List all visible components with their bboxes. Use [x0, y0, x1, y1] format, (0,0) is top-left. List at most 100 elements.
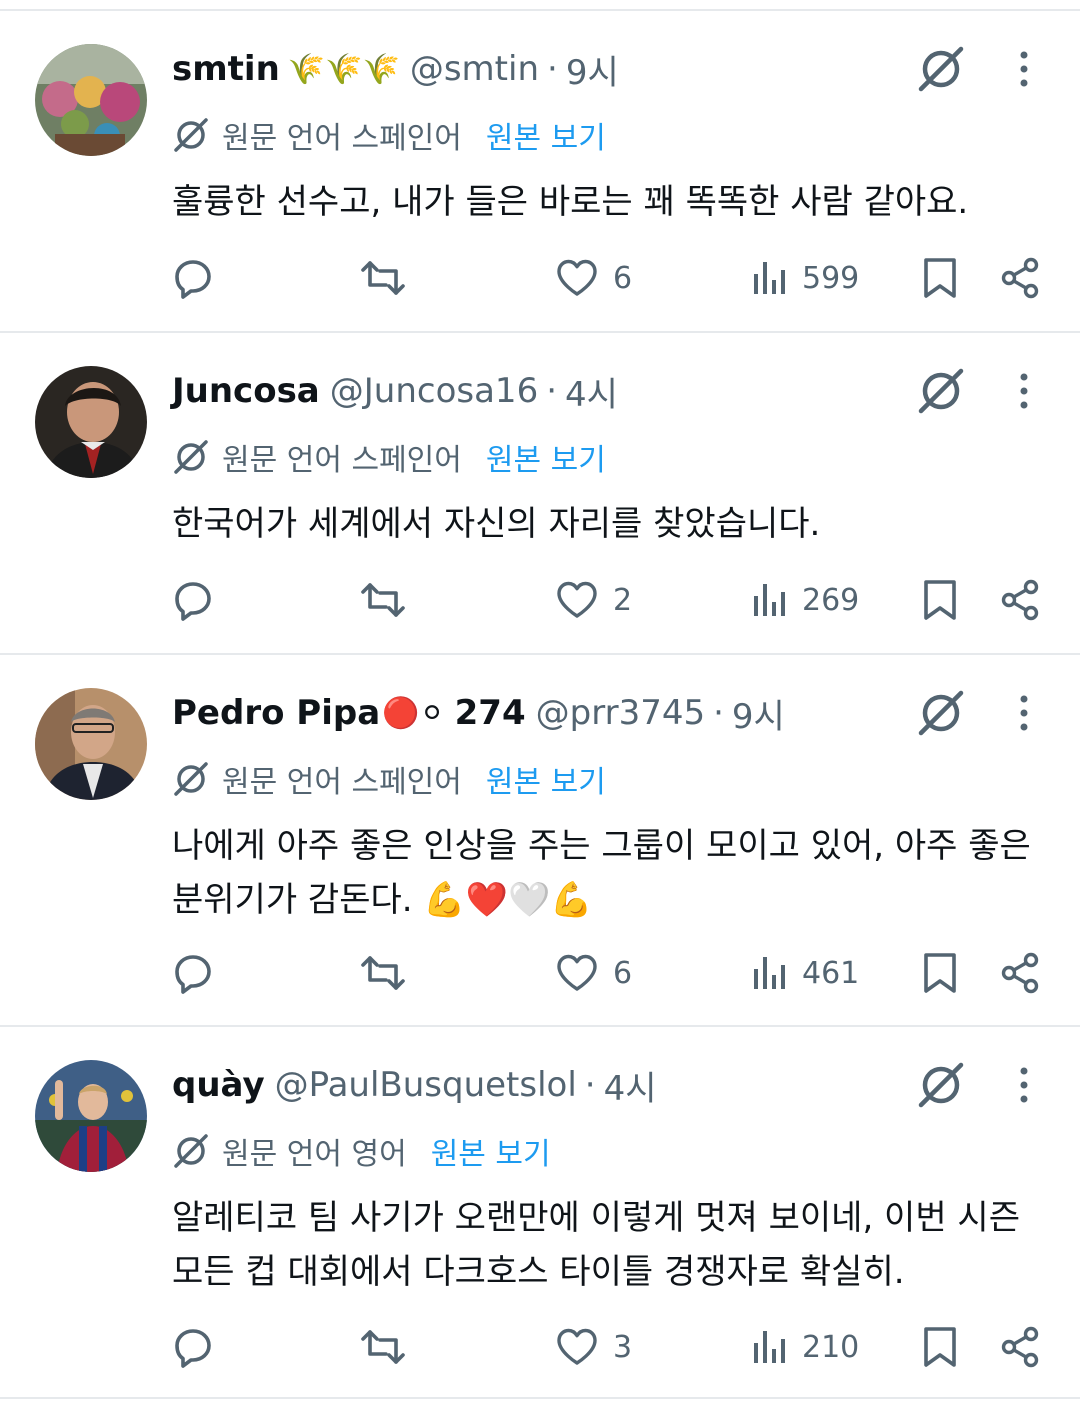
tweet-text: 한국어가 세계에서 자신의 자리를 찾았습니다.	[172, 504, 821, 544]
translate-icon	[174, 762, 208, 796]
like-count: 2	[613, 582, 633, 618]
like-button[interactable]: 3	[555, 1317, 632, 1377]
tweet-header: Juncosa @Juncosa16 · 4시	[172, 367, 618, 415]
more-options-icon[interactable]	[1004, 49, 1044, 89]
like-button[interactable]: 2	[555, 570, 632, 630]
username-handle[interactable]: @PaulBusquetslol	[275, 1065, 577, 1105]
translation-row: 원문 언어 영어 원본 보기	[172, 1129, 551, 1173]
grok-icon[interactable]	[915, 687, 967, 739]
display-name[interactable]: smtin	[172, 49, 280, 89]
grok-icon[interactable]	[915, 43, 967, 95]
like-button[interactable]: 6	[555, 943, 632, 1003]
reply-button[interactable]	[172, 570, 214, 630]
tweet[interactable]: Juncosa @Juncosa16 · 4시 원문 언어 스페인어 원본 보기…	[0, 333, 1080, 655]
analytics-icon	[754, 1331, 785, 1363]
timestamp[interactable]: 9시	[566, 45, 619, 94]
bookmark-button[interactable]	[922, 1317, 958, 1377]
heart-icon	[557, 259, 597, 296]
more-options-icon[interactable]	[1004, 371, 1044, 411]
like-count: 6	[613, 260, 633, 296]
grok-icon[interactable]	[915, 1059, 967, 1111]
translation-row: 원문 언어 스페인어 원본 보기	[172, 435, 606, 479]
bookmark-button[interactable]	[922, 943, 958, 1003]
view-count: 599	[802, 260, 860, 296]
username-handle[interactable]: @prr3745	[536, 693, 705, 733]
like-button[interactable]: 6	[555, 248, 632, 308]
reply-button[interactable]	[172, 248, 214, 308]
reply-icon	[175, 260, 211, 299]
avatar[interactable]	[35, 1060, 147, 1172]
display-name[interactable]: Pedro Pipa	[172, 693, 380, 733]
username-handle[interactable]: @Juncosa16	[330, 371, 538, 411]
view-count: 269	[802, 582, 860, 618]
avatar[interactable]	[35, 44, 147, 156]
bookmark-icon	[924, 580, 956, 620]
bookmark-icon	[924, 1327, 956, 1367]
reply-button[interactable]	[172, 1317, 214, 1377]
display-name-suffix[interactable]: 274	[455, 693, 526, 733]
bookmark-icon	[924, 258, 956, 298]
timestamp[interactable]: 4시	[604, 1061, 657, 1110]
analytics-icon	[754, 584, 785, 616]
separator-dot: ·	[584, 1065, 596, 1105]
views-button[interactable]: 599	[752, 248, 859, 308]
translate-icon	[174, 1134, 208, 1168]
more-options-icon[interactable]	[1004, 1065, 1044, 1105]
more-options-icon[interactable]	[1004, 693, 1044, 733]
translation-row: 원문 언어 스페인어 원본 보기	[172, 113, 606, 157]
retweet-button[interactable]	[360, 248, 406, 308]
avatar[interactable]	[35, 688, 147, 800]
separator-dot: ·	[546, 371, 558, 411]
name-emoji: 🌾🌾🌾	[287, 51, 400, 87]
like-count: 3	[613, 1329, 633, 1365]
username-handle[interactable]: @smtin	[410, 49, 539, 89]
source-language-label: 원문 언어 스페인어	[222, 443, 462, 478]
separator-dot: ·	[547, 49, 558, 89]
timestamp[interactable]: 9시	[732, 689, 785, 738]
like-count: 6	[613, 955, 633, 991]
share-button[interactable]	[1000, 943, 1040, 1003]
timestamp[interactable]: 4시	[565, 367, 618, 416]
share-button[interactable]	[1000, 570, 1040, 630]
retweet-button[interactable]	[360, 1317, 406, 1377]
translate-icon	[174, 440, 208, 474]
tweet[interactable]: Pedro Pipa 🔴⚪ 274 @prr3745 · 9시 원문 언어 스페…	[0, 655, 1080, 1027]
bookmark-button[interactable]	[922, 248, 958, 308]
name-emoji: 🔴⚪	[382, 695, 445, 731]
show-original-link[interactable]: 원본 보기	[431, 1129, 551, 1173]
tweet[interactable]: smtin 🌾🌾🌾 @smtin · 9시 원문 언어 스페인어 원본 보기 훌…	[0, 11, 1080, 333]
grok-icon[interactable]	[915, 365, 967, 417]
action-bar: 6 461	[0, 943, 1080, 1003]
show-original-link[interactable]: 원본 보기	[486, 757, 606, 801]
views-button[interactable]: 461	[752, 943, 859, 1003]
retweet-button[interactable]	[360, 570, 406, 630]
retweet-icon	[361, 956, 405, 990]
retweet-icon	[361, 1330, 405, 1364]
views-button[interactable]: 210	[752, 1317, 859, 1377]
tweet-text: 알레티코 팀 사기가 오랜만에 이렇게 멋져 보이네, 이번 시즌 모든 컵 대…	[172, 1198, 1020, 1292]
translate-icon	[174, 118, 208, 152]
share-button[interactable]	[1000, 1317, 1040, 1377]
avatar[interactable]	[35, 366, 147, 478]
share-icon	[1001, 257, 1039, 299]
show-original-link[interactable]: 원본 보기	[486, 113, 606, 157]
retweet-button[interactable]	[360, 943, 406, 1003]
retweet-icon	[361, 583, 405, 617]
bookmark-button[interactable]	[922, 570, 958, 630]
tweet[interactable]: quày @PaulBusquetslol · 4시 원문 언어 영어 원본 보…	[0, 1027, 1080, 1399]
tweet-header: Pedro Pipa 🔴⚪ 274 @prr3745 · 9시	[172, 689, 785, 737]
views-button[interactable]: 269	[752, 570, 859, 630]
heart-icon	[557, 581, 597, 618]
heart-icon	[557, 954, 597, 991]
source-language-label: 원문 언어 영어	[222, 1137, 407, 1172]
show-original-link[interactable]: 원본 보기	[486, 435, 606, 479]
display-name[interactable]: quày	[172, 1065, 265, 1105]
separator-dot: ·	[713, 693, 724, 733]
reply-button[interactable]	[172, 943, 214, 1003]
share-button[interactable]	[1000, 248, 1040, 308]
tweet-header: quày @PaulBusquetslol · 4시	[172, 1061, 657, 1109]
display-name[interactable]: Juncosa	[172, 371, 320, 411]
source-language-label: 원문 언어 스페인어	[222, 121, 462, 156]
retweet-icon	[361, 261, 405, 295]
analytics-icon	[754, 957, 785, 989]
